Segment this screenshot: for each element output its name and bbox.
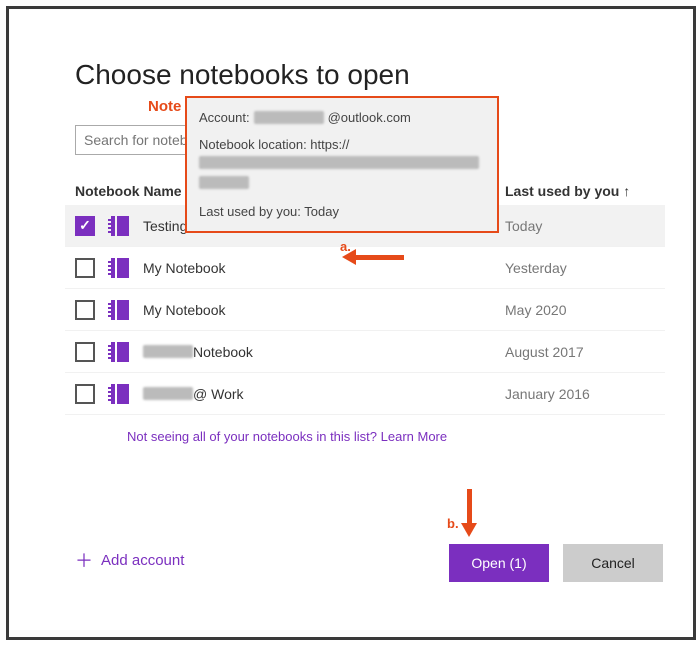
redacted-text [143, 387, 193, 400]
page-title: Choose notebooks to open [75, 59, 665, 91]
checkbox[interactable] [75, 300, 95, 320]
notebook-icon [111, 216, 129, 236]
notebook-icon [111, 384, 129, 404]
checkbox[interactable] [75, 342, 95, 362]
tooltip-location-label: Notebook location: https:// [199, 137, 349, 152]
last-used-date: August 2017 [505, 344, 665, 360]
tooltip-account-label: Account: [199, 110, 250, 125]
plus-icon: ＋ [75, 547, 93, 573]
checkbox[interactable] [75, 384, 95, 404]
tooltip-account-domain: @outlook.com [328, 110, 411, 125]
dialog-window: Choose notebooks to open Note Account: @… [6, 6, 696, 640]
annotation-arrow-a: a. [342, 249, 404, 265]
redacted-text [254, 111, 324, 124]
notebook-list: Testing from Personal AccountTodayMy Not… [75, 205, 665, 415]
notebook-name: My Notebook [143, 302, 505, 318]
add-account-label: Add account [101, 552, 184, 569]
notebook-name: Notebook [143, 344, 505, 360]
table-row[interactable]: My NotebookMay 2020 [65, 289, 665, 331]
tooltip-last-used: Last used by you: Today [199, 204, 485, 219]
last-used-date: January 2016 [505, 386, 665, 402]
last-used-date: Yesterday [505, 260, 665, 276]
annotation-note-word: Note [148, 98, 181, 115]
notebook-name: @ Work [143, 386, 505, 402]
notebook-icon [111, 258, 129, 278]
annotation-arrow-b: b. [461, 489, 477, 537]
notebook-tooltip: Account: @outlook.com Notebook location:… [185, 96, 499, 233]
checkbox[interactable] [75, 216, 95, 236]
checkbox[interactable] [75, 258, 95, 278]
redacted-text [143, 345, 193, 358]
open-button[interactable]: Open (1) [449, 544, 549, 582]
add-account-button[interactable]: ＋ Add account [75, 547, 184, 573]
table-row[interactable]: @ WorkJanuary 2016 [65, 373, 665, 415]
redacted-text [199, 156, 479, 169]
notebook-icon [111, 342, 129, 362]
learn-more-link[interactable]: Not seeing all of your notebooks in this… [127, 429, 665, 444]
last-used-date: Today [505, 218, 665, 234]
column-header-last-used[interactable]: Last used by you ↑ [505, 183, 665, 199]
table-row[interactable]: NotebookAugust 2017 [65, 331, 665, 373]
cancel-button[interactable]: Cancel [563, 544, 663, 582]
redacted-text [199, 176, 249, 189]
last-used-date: May 2020 [505, 302, 665, 318]
notebook-name: My Notebook [143, 260, 505, 276]
notebook-icon [111, 300, 129, 320]
